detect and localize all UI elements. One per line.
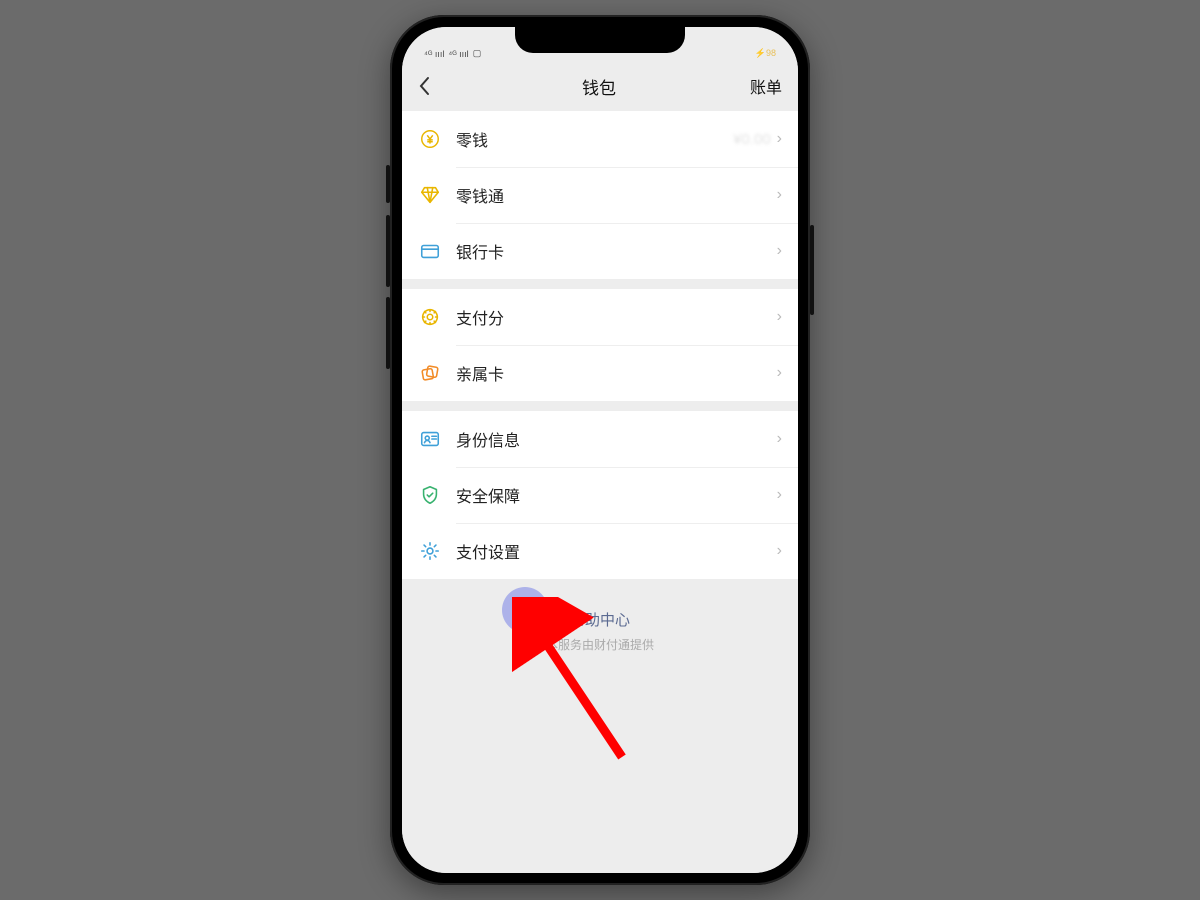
signal-icon: ⁴ᴳ ıııl — [424, 49, 444, 59]
chevron-right-icon: › — [777, 308, 782, 326]
volume-button — [386, 165, 390, 203]
battery-icon: ⚡98 — [755, 48, 776, 59]
bills-button[interactable]: 账单 — [750, 74, 782, 98]
row-balance[interactable]: 零钱¥0.00 › — [402, 111, 798, 167]
page-title: 钱包 — [582, 74, 616, 99]
row-label: 支付分 — [456, 305, 777, 329]
list-group: 支付分›亲属卡› — [402, 289, 798, 401]
row-label: 零钱 — [456, 127, 733, 151]
chevron-right-icon: › — [777, 130, 782, 148]
row-value: ¥0.00 — [733, 131, 771, 148]
row-label: 零钱通 — [456, 183, 777, 207]
content-list: 零钱¥0.00›零钱通›银行卡›支付分›亲属卡›身份信息›安全保障›支付设置›帮… — [402, 111, 798, 873]
badge-icon — [418, 305, 442, 329]
row-security[interactable]: 安全保障› — [402, 467, 798, 523]
row-label: 支付设置 — [456, 539, 777, 563]
signal-icon: ⁴ᴳ ıııl — [448, 49, 468, 59]
notch — [515, 27, 685, 53]
chevron-right-icon: › — [777, 486, 782, 504]
back-button[interactable] — [418, 76, 448, 96]
volume-button — [386, 297, 390, 369]
row-balance_plus[interactable]: 零钱通› — [402, 167, 798, 223]
gear-icon — [418, 539, 442, 563]
nav-bar: 钱包 账单 — [402, 61, 798, 111]
row-family_card[interactable]: 亲属卡› — [402, 345, 798, 401]
row-pay_settings[interactable]: 支付设置› — [402, 523, 798, 579]
shield-check-icon — [418, 483, 442, 507]
coin-yen-icon — [418, 127, 442, 151]
chevron-right-icon: › — [777, 430, 782, 448]
chevron-right-icon: › — [777, 186, 782, 204]
sim-icon: ▢ — [473, 48, 482, 59]
row-bank_card[interactable]: 银行卡› — [402, 223, 798, 279]
row-label: 银行卡 — [456, 239, 777, 263]
id-card-icon — [418, 427, 442, 451]
row-identity[interactable]: 身份信息› — [402, 411, 798, 467]
diamond-icon — [418, 183, 442, 207]
row-label: 亲属卡 — [456, 361, 777, 385]
chevron-right-icon: › — [777, 242, 782, 260]
phone-frame: ⁴ᴳ ıııl ⁴ᴳ ıııl ▢ 10:28 ⚡98 钱包 账单 零钱¥0.0… — [390, 15, 810, 885]
chevron-right-icon: › — [777, 542, 782, 560]
row-label: 安全保障 — [456, 483, 777, 507]
chevron-left-icon — [418, 76, 430, 96]
list-group: 身份信息›安全保障›支付设置› — [402, 411, 798, 579]
link-cards-icon — [418, 361, 442, 385]
list-group: 零钱¥0.00›零钱通›银行卡› — [402, 111, 798, 279]
card-icon — [418, 239, 442, 263]
screen: ⁴ᴳ ıııl ⁴ᴳ ıııl ▢ 10:28 ⚡98 钱包 账单 零钱¥0.0… — [402, 27, 798, 873]
power-button — [810, 225, 814, 315]
help-center-link[interactable]: 帮助中心 — [402, 609, 798, 630]
row-label: 身份信息 — [456, 427, 777, 451]
provider-note: 本服务由财付通提供 — [546, 638, 654, 652]
row-pay_score[interactable]: 支付分› — [402, 289, 798, 345]
chevron-right-icon: › — [777, 364, 782, 382]
footer: 帮助中心本服务由财付通提供 — [402, 589, 798, 683]
volume-button — [386, 215, 390, 287]
